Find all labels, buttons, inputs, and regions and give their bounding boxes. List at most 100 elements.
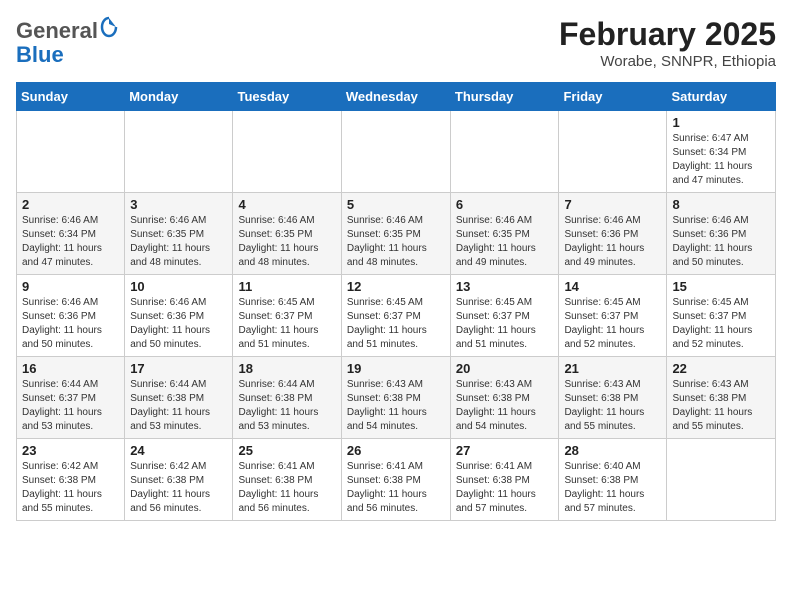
day-number: 25 [238,443,335,458]
day-info: Sunrise: 6:46 AM Sunset: 6:35 PM Dayligh… [130,214,227,270]
calendar-cell: 16 Sunrise: 6:44 AM Sunset: 6:37 PM Dayli… [17,357,125,439]
day-info: Sunrise: 6:43 AM Sunset: 6:38 PM Dayligh… [672,378,770,434]
day-number: 8 [672,197,770,212]
calendar-cell: 3 Sunrise: 6:46 AM Sunset: 6:35 PM Daylig… [125,193,233,275]
day-info: Sunrise: 6:45 AM Sunset: 6:37 PM Dayligh… [456,296,554,352]
calendar-week-row: 1 Sunrise: 6:47 AM Sunset: 6:34 PM Daylig… [17,111,776,193]
day-info: Sunrise: 6:46 AM Sunset: 6:35 PM Dayligh… [238,214,335,270]
day-number: 13 [456,279,554,294]
day-info: Sunrise: 6:40 AM Sunset: 6:38 PM Dayligh… [564,460,661,516]
day-info: Sunrise: 6:42 AM Sunset: 6:38 PM Dayligh… [22,460,119,516]
calendar-cell: 13 Sunrise: 6:45 AM Sunset: 6:37 PM Dayli… [450,275,559,357]
calendar-cell: 24 Sunrise: 6:42 AM Sunset: 6:38 PM Dayli… [125,439,233,521]
calendar-cell: 15Sunrise: 6:45 AM Sunset: 6:37 PM Dayli… [667,275,776,357]
day-number: 14 [564,279,661,294]
calendar-cell: 21 Sunrise: 6:43 AM Sunset: 6:38 PM Dayli… [559,357,667,439]
day-info: Sunrise: 6:43 AM Sunset: 6:38 PM Dayligh… [347,378,445,434]
weekday-header: Monday [125,83,233,111]
day-number: 2 [22,197,119,212]
day-info: Sunrise: 6:44 AM Sunset: 6:38 PM Dayligh… [238,378,335,434]
calendar-cell: 19 Sunrise: 6:43 AM Sunset: 6:38 PM Dayli… [341,357,450,439]
calendar-cell: 14 Sunrise: 6:45 AM Sunset: 6:37 PM Dayli… [559,275,667,357]
calendar-cell [450,111,559,193]
day-info: Sunrise: 6:41 AM Sunset: 6:38 PM Dayligh… [347,460,445,516]
day-info: Sunrise: 6:45 AM Sunset: 6:37 PM Dayligh… [564,296,661,352]
day-info: Sunrise: 6:46 AM Sunset: 6:36 PM Dayligh… [672,214,770,270]
calendar-cell: 17 Sunrise: 6:44 AM Sunset: 6:38 PM Dayli… [125,357,233,439]
calendar-cell [17,111,125,193]
weekday-header: Friday [559,83,667,111]
day-info: Sunrise: 6:44 AM Sunset: 6:37 PM Dayligh… [22,378,119,434]
logo: General Blue [16,16,118,67]
logo-blue: Blue [16,42,64,67]
day-number: 28 [564,443,661,458]
calendar-cell: 18 Sunrise: 6:44 AM Sunset: 6:38 PM Dayli… [233,357,341,439]
day-number: 22 [672,361,770,376]
day-number: 24 [130,443,227,458]
calendar-cell: 22 Sunrise: 6:43 AM Sunset: 6:38 PM Dayli… [667,357,776,439]
calendar-cell: 23 Sunrise: 6:42 AM Sunset: 6:38 PM Dayli… [17,439,125,521]
day-number: 21 [564,361,661,376]
calendar-cell: 28 Sunrise: 6:40 AM Sunset: 6:38 PM Dayli… [559,439,667,521]
day-info: Sunrise: 6:47 AM Sunset: 6:34 PM Dayligh… [672,132,770,188]
logo-general: General [16,18,98,43]
weekday-header: Sunday [17,83,125,111]
day-info: Sunrise: 6:46 AM Sunset: 6:36 PM Dayligh… [130,296,227,352]
day-number: 6 [456,197,554,212]
page-header: General Blue February 2025 Worabe, SNNPR… [16,16,776,70]
weekday-header: Thursday [450,83,559,111]
day-number: 26 [347,443,445,458]
day-number: 20 [456,361,554,376]
weekday-header: Saturday [667,83,776,111]
day-number: 3 [130,197,227,212]
calendar-week-row: 2 Sunrise: 6:46 AM Sunset: 6:34 PM Daylig… [17,193,776,275]
calendar-cell [341,111,450,193]
calendar-cell: 25 Sunrise: 6:41 AM Sunset: 6:38 PM Dayli… [233,439,341,521]
calendar-cell: 11 Sunrise: 6:45 AM Sunset: 6:37 PM Dayli… [233,275,341,357]
month-year: February 2025 [559,16,776,53]
day-info: Sunrise: 6:46 AM Sunset: 6:35 PM Dayligh… [347,214,445,270]
day-number: 16 [22,361,119,376]
calendar-week-row: 9Sunrise: 6:46 AM Sunset: 6:36 PM Daylig… [17,275,776,357]
calendar-week-row: 16 Sunrise: 6:44 AM Sunset: 6:37 PM Dayli… [17,357,776,439]
weekday-header: Tuesday [233,83,341,111]
day-info: Sunrise: 6:46 AM Sunset: 6:35 PM Dayligh… [456,214,554,270]
calendar-cell: 9Sunrise: 6:46 AM Sunset: 6:36 PM Daylig… [17,275,125,357]
calendar-cell [667,439,776,521]
weekday-header: Wednesday [341,83,450,111]
day-info: Sunrise: 6:45 AM Sunset: 6:37 PM Dayligh… [238,296,335,352]
calendar-cell [559,111,667,193]
day-number: 4 [238,197,335,212]
day-info: Sunrise: 6:41 AM Sunset: 6:38 PM Dayligh… [238,460,335,516]
day-info: Sunrise: 6:46 AM Sunset: 6:36 PM Dayligh… [564,214,661,270]
day-info: Sunrise: 6:42 AM Sunset: 6:38 PM Dayligh… [130,460,227,516]
calendar-cell: 4 Sunrise: 6:46 AM Sunset: 6:35 PM Daylig… [233,193,341,275]
day-info: Sunrise: 6:43 AM Sunset: 6:38 PM Dayligh… [456,378,554,434]
day-number: 12 [347,279,445,294]
day-number: 11 [238,279,335,294]
calendar-cell: 26 Sunrise: 6:41 AM Sunset: 6:38 PM Dayli… [341,439,450,521]
day-number: 1 [672,115,770,130]
day-number: 23 [22,443,119,458]
calendar-cell: 12 Sunrise: 6:45 AM Sunset: 6:37 PM Dayli… [341,275,450,357]
calendar-cell: 5 Sunrise: 6:46 AM Sunset: 6:35 PM Daylig… [341,193,450,275]
day-number: 19 [347,361,445,376]
day-number: 18 [238,361,335,376]
day-number: 17 [130,361,227,376]
day-number: 27 [456,443,554,458]
day-info: Sunrise: 6:46 AM Sunset: 6:34 PM Dayligh… [22,214,119,270]
day-number: 7 [564,197,661,212]
calendar-cell: 1 Sunrise: 6:47 AM Sunset: 6:34 PM Daylig… [667,111,776,193]
day-info: Sunrise: 6:46 AM Sunset: 6:36 PM Dayligh… [22,296,119,352]
calendar-table: SundayMondayTuesdayWednesdayThursdayFrid… [16,82,776,521]
calendar-cell: 27Sunrise: 6:41 AM Sunset: 6:38 PM Dayli… [450,439,559,521]
day-info: Sunrise: 6:45 AM Sunset: 6:37 PM Dayligh… [347,296,445,352]
day-info: Sunrise: 6:43 AM Sunset: 6:38 PM Dayligh… [564,378,661,434]
day-info: Sunrise: 6:44 AM Sunset: 6:38 PM Dayligh… [130,378,227,434]
calendar-cell: 8 Sunrise: 6:46 AM Sunset: 6:36 PM Daylig… [667,193,776,275]
day-info: Sunrise: 6:45 AM Sunset: 6:37 PM Dayligh… [672,296,770,352]
day-number: 5 [347,197,445,212]
calendar-cell: 10Sunrise: 6:46 AM Sunset: 6:36 PM Dayli… [125,275,233,357]
location: Worabe, SNNPR, Ethiopia [559,53,776,70]
calendar-cell: 7 Sunrise: 6:46 AM Sunset: 6:36 PM Daylig… [559,193,667,275]
